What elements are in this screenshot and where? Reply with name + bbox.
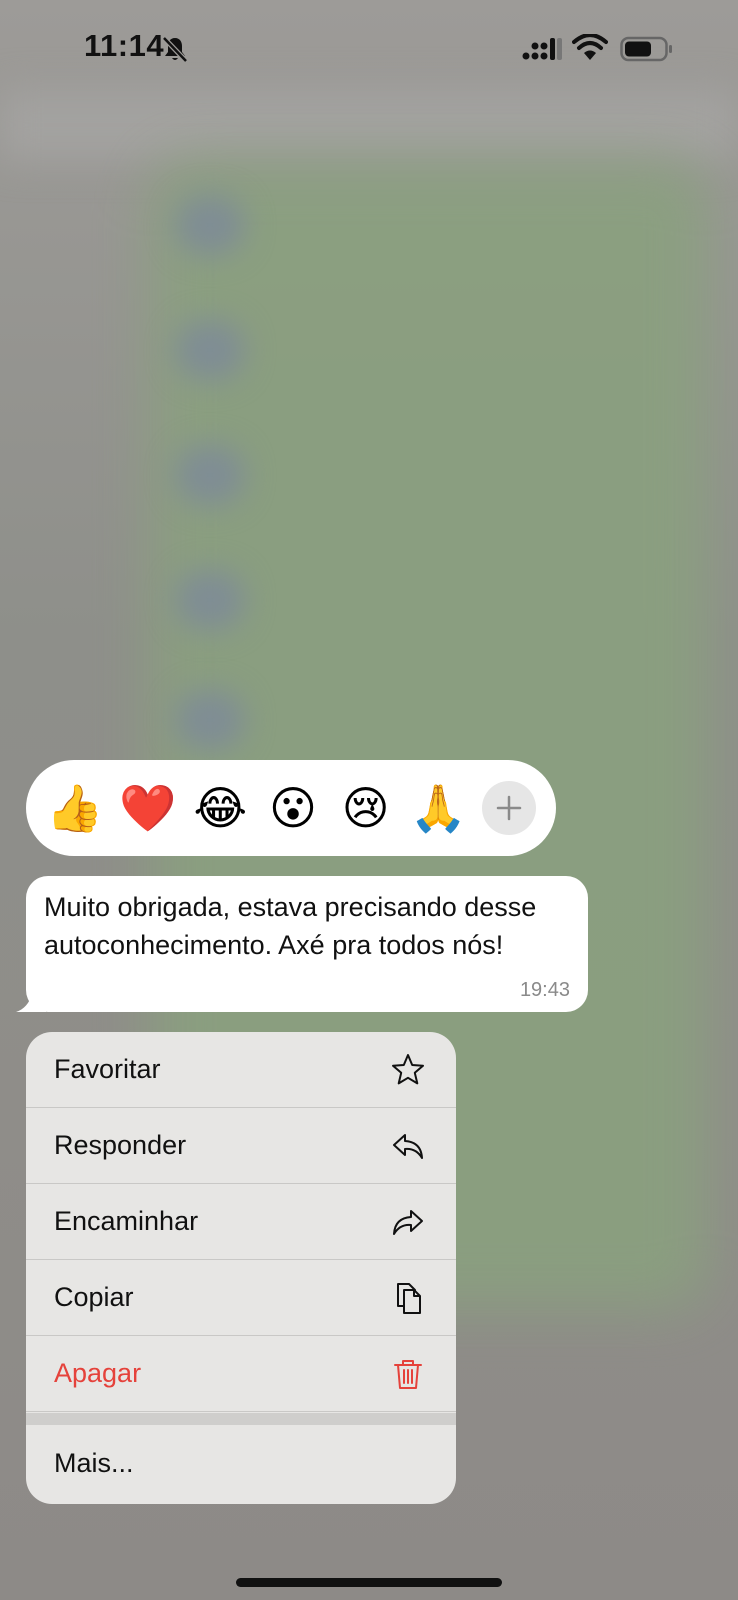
menu-item-label: Responder [54,1130,187,1160]
menu-item-label: Mais... [54,1447,134,1478]
menu-item-more[interactable]: Mais... [26,1425,456,1501]
menu-item-favorite[interactable]: Favoritar [26,1032,456,1108]
trash-icon [394,1359,422,1389]
menu-item-label: Apagar [54,1358,142,1388]
message-text: Muito obrigada, estava precisando desse … [44,892,537,960]
forward-arrow-icon [393,1209,423,1235]
menu-item-delete[interactable]: Apagar [26,1336,456,1412]
blurred-avatar [175,690,245,750]
blurred-avatar [175,195,245,255]
cellular-signal-icon [522,38,562,60]
blurred-avatar [175,445,245,505]
message-bubble[interactable]: Muito obrigada, estava precisando desse … [26,876,588,1012]
reply-arrow-icon [393,1133,423,1159]
reaction-praying-hands[interactable]: 🙏 [409,780,467,836]
star-icon [392,1053,424,1084]
menu-item-forward[interactable]: Encaminhar [26,1184,456,1260]
menu-item-label: Favoritar [54,1054,161,1084]
menu-item-reply[interactable]: Responder [26,1108,456,1184]
blurred-avatar [175,320,245,380]
reaction-crying[interactable]: 😢 [337,780,395,836]
blurred-avatar [175,570,245,630]
status-bar: 11:14 [0,0,738,96]
reaction-bar: 👍 ❤️ 😂 😮 😢 🙏 [26,760,556,856]
plus-icon [496,795,522,821]
menu-separator [26,1413,456,1425]
status-time: 11:14 [84,28,165,63]
blurred-header [0,90,738,160]
reaction-laughing[interactable]: 😂 [191,780,249,836]
bell-slash-icon [162,36,188,63]
more-reactions-button[interactable] [481,781,536,835]
home-indicator[interactable] [236,1578,502,1587]
copy-icon [397,1282,421,1314]
battery-icon [620,36,672,62]
wifi-icon [572,34,608,60]
menu-item-copy[interactable]: Copiar [26,1260,456,1336]
menu-item-label: Encaminhar [54,1206,199,1236]
reaction-heart[interactable]: ❤️ [119,780,177,836]
reaction-surprised[interactable]: 😮 [264,780,322,836]
menu-item-label: Copiar [54,1282,134,1312]
message-context-menu: Favoritar Responder Encaminhar Copiar Ap… [26,1032,456,1504]
reaction-thumbs-up[interactable]: 👍 [46,780,104,836]
message-timestamp: 19:43 [519,979,570,1001]
